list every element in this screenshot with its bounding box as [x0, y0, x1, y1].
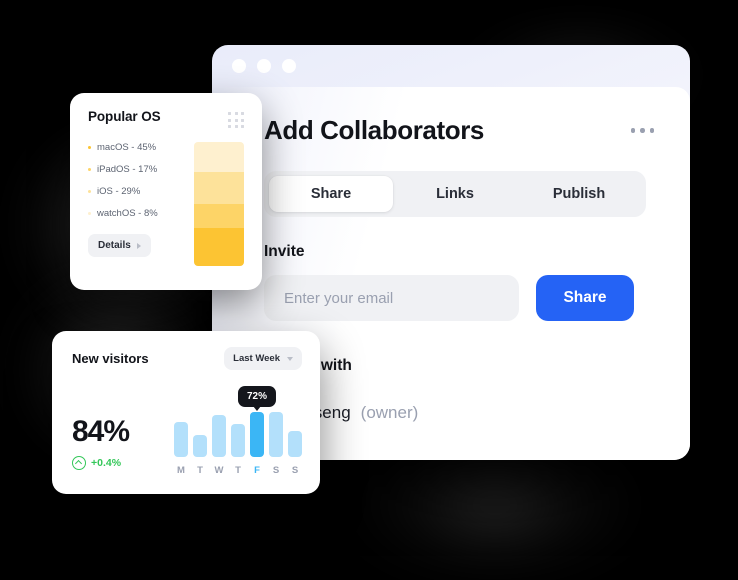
- tab-share[interactable]: Share: [269, 176, 393, 212]
- window-titlebar: [212, 45, 690, 87]
- date-range-select[interactable]: Last Week: [224, 347, 302, 370]
- shared-with-label: Shared with: [264, 357, 352, 374]
- chart-bar: [250, 412, 264, 457]
- chart-bar-column[interactable]: T: [231, 412, 245, 476]
- popular-os-header: Popular OS: [88, 109, 244, 128]
- page-title: Add Collaborators: [264, 115, 484, 145]
- chart-bar-label: S: [272, 465, 280, 476]
- chart-bar: [193, 435, 207, 457]
- share-button[interactable]: Share: [536, 275, 634, 321]
- kebab-dot: [630, 128, 635, 133]
- chart-bar-label: T: [235, 465, 241, 476]
- arrow-up-circle-icon: [72, 456, 86, 470]
- chart-bar: [212, 414, 226, 457]
- new-visitors-header: New visitors Last Week: [72, 347, 302, 370]
- chart-bar-column[interactable]: T: [193, 412, 207, 476]
- tab-publish[interactable]: Publish: [517, 176, 641, 212]
- chevron-down-icon: [287, 356, 293, 361]
- popular-os-card: Popular OS macOS - 45% iPadOS - 17% iOS …: [70, 93, 262, 290]
- chart-tooltip: 72%: [237, 386, 277, 411]
- list-item: iPadOS - 17%: [88, 164, 184, 175]
- visitors-delta-value: +0.4%: [91, 457, 122, 469]
- os-stack-segment: [194, 227, 244, 266]
- window-minimize-dot[interactable]: [257, 59, 271, 73]
- details-button[interactable]: Details: [88, 234, 151, 257]
- popular-os-body: macOS - 45% iPadOS - 17% iOS - 29% watch…: [88, 142, 244, 266]
- chevron-right-icon: [136, 242, 141, 249]
- chart-bar-column[interactable]: M: [174, 412, 188, 476]
- collaborator-role: (owner): [360, 403, 419, 422]
- chart-bar-column[interactable]: W: [212, 412, 226, 476]
- list-item-label: watchOS - 8%: [97, 208, 158, 219]
- date-range-label: Last Week: [233, 353, 280, 364]
- kebab-dot: [640, 128, 645, 133]
- window-maximize-dot[interactable]: [282, 59, 296, 73]
- new-visitors-body: 84% +0.4% 72% M TWT F SS: [72, 386, 302, 476]
- canvas-background: Add Collaborators Share Links Publish In…: [0, 0, 738, 580]
- chart-bar: [269, 412, 283, 457]
- visitors-stat-block: 84% +0.4%: [72, 417, 168, 476]
- invite-label: Invite: [264, 243, 305, 260]
- grid-handle-icon[interactable]: [228, 112, 244, 128]
- visitors-percentage: 84%: [72, 415, 130, 448]
- list-item: watchOS - 8%: [88, 208, 184, 219]
- chart-bar-column[interactable]: F: [250, 412, 264, 476]
- email-field[interactable]: [264, 275, 519, 321]
- chart-bars: M TWT F SS: [174, 412, 302, 476]
- list-item-label: macOS - 45%: [97, 142, 157, 153]
- visitors-delta: +0.4%: [72, 456, 168, 470]
- list-item-label: iOS - 29%: [97, 186, 141, 197]
- popular-os-title: Popular OS: [88, 109, 161, 124]
- os-legend-list: macOS - 45% iPadOS - 17% iOS - 29% watch…: [88, 142, 184, 266]
- legend-bullet-icon: [88, 212, 91, 215]
- chart-bar-label: W: [214, 465, 224, 476]
- chart-bar-label: F: [254, 465, 260, 476]
- details-button-label: Details: [98, 240, 131, 251]
- list-item: iOS - 29%: [88, 186, 184, 197]
- window-close-dot[interactable]: [232, 59, 246, 73]
- popular-os-stacked-bar: [194, 142, 244, 266]
- chart-bar-label: M: [177, 465, 185, 476]
- tab-links[interactable]: Links: [393, 176, 517, 212]
- os-stack-segment: [194, 142, 244, 172]
- chart-bar: [288, 431, 302, 457]
- os-stack-segment: [194, 171, 244, 204]
- chart-bar-label: S: [291, 465, 299, 476]
- dialog-header: Add Collaborators: [264, 115, 656, 146]
- collaborator-row: John Tseng (owner): [264, 403, 656, 423]
- os-stack-segment: [194, 203, 244, 228]
- legend-bullet-icon: [88, 168, 91, 171]
- visitors-chart: 72% M TWT F SS: [174, 386, 302, 476]
- chart-bar-label: T: [197, 465, 203, 476]
- chart-bar-column[interactable]: S: [269, 412, 283, 476]
- tab-bar: Share Links Publish: [264, 171, 646, 217]
- new-visitors-title: New visitors: [72, 351, 149, 366]
- invite-row: Share: [264, 275, 656, 321]
- legend-bullet-icon: [88, 190, 91, 193]
- list-item-label: iPadOS - 17%: [97, 164, 158, 175]
- legend-bullet-icon: [88, 146, 91, 149]
- kebab-menu-icon[interactable]: [629, 122, 657, 139]
- chart-bar: [174, 422, 188, 457]
- chart-bar: [231, 423, 245, 457]
- list-item: macOS - 45%: [88, 142, 184, 153]
- new-visitors-card: New visitors Last Week 84% +0.4% 72% M TW…: [52, 331, 320, 494]
- chart-bar-column[interactable]: S: [288, 412, 302, 476]
- kebab-dot: [649, 128, 654, 133]
